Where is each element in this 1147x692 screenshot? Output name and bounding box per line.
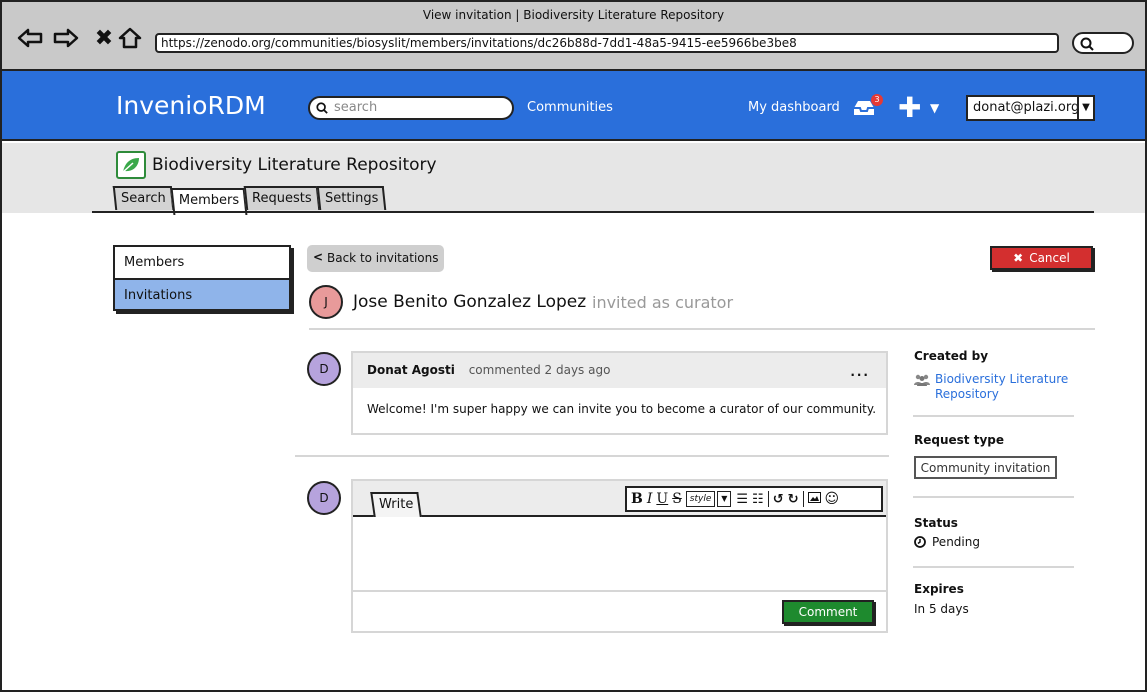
sidebar-divider [913,566,1074,568]
strikethrough-icon[interactable]: S [672,491,682,507]
comment-editor: Write B I U S style ▼ ☰ ☷ ↺ ↻ ☺ Comment [351,479,888,633]
header-divider [309,328,1095,330]
search-placeholder: search [334,100,378,115]
comment-header: Donat Agosti commented 2 days ago ... [353,353,886,388]
italic-icon[interactable]: I [647,491,653,507]
style-chevron-icon[interactable]: ▼ [717,491,732,507]
user-menu[interactable]: donat@plazi.org ▼ [966,95,1095,121]
forward-arrow-icon[interactable] [52,24,80,52]
expires-value: In 5 days [914,602,969,616]
bold-icon[interactable]: B [631,491,643,507]
emoji-icon[interactable]: ☺ [825,491,840,507]
comment-author-avatar: D [307,352,341,386]
user-email: donat@plazi.org [973,100,1080,115]
editor-header: Write B I U S style ▼ ☰ ☷ ↺ ↻ ☺ [353,481,886,517]
chevron-down-icon[interactable]: ▼ [930,101,939,115]
tab-write[interactable]: Write [370,492,423,517]
request-type-label: Request type [914,433,1004,447]
user-menu-chevron-icon[interactable]: ▼ [1077,97,1093,119]
tab-search[interactable]: Search [112,186,174,210]
toolbar-separator [767,491,769,507]
menu-item-invitations[interactable]: Invitations [115,278,289,309]
tab-requests[interactable]: Requests [243,186,320,210]
invitee-role: invited as curator [592,293,734,312]
group-icon [914,374,930,390]
cancel-label: Cancel [1029,251,1070,265]
invitee-name: Jose Benito Gonzalez Lopez [353,292,587,312]
cancel-button[interactable]: ✖ Cancel [990,246,1093,270]
dashboard-link[interactable]: My dashboard [748,100,840,115]
created-by-link[interactable]: Biodiversity Literature Repository [935,372,1085,402]
status-label: Status [914,516,958,530]
image-icon[interactable] [807,491,821,507]
request-type-tag: Community invitation [914,456,1057,479]
home-icon[interactable] [116,24,144,52]
community-header: Biodiversity Literature Repository Searc… [2,143,1145,215]
expires-label: Expires [914,582,964,596]
community-title: Biodiversity Literature Repository [152,155,437,175]
clock-icon [914,536,926,548]
members-side-menu: Members Invitations [113,245,291,311]
timeline-divider [295,455,889,457]
back-arrow-icon[interactable] [16,24,44,52]
current-user-avatar: D [307,481,341,515]
inbox-count-badge: 3 [871,94,883,106]
communities-link[interactable]: Communities [527,100,613,115]
create-plus-icon[interactable]: ✚ [898,91,921,124]
search-icon [316,102,328,114]
status-value: Pending [932,535,980,549]
chevron-left-icon: < [313,250,324,264]
tabs-divider [92,211,1094,213]
sidebar-divider [913,496,1074,498]
style-select[interactable]: style [685,491,716,507]
bullet-list-icon[interactable]: ☰ [736,492,748,507]
comment-submit-button[interactable]: Comment [782,600,874,624]
comment-author: Donat Agosti [367,363,455,377]
more-options-icon[interactable]: ... [850,365,870,379]
undo-icon[interactable]: ↺ [773,492,784,507]
toolbar-separator [802,491,804,507]
url-bar[interactable]: https://zenodo.org/communities/biosyslit… [155,33,1059,53]
community-tabs: Search Members Requests Settings [112,186,387,215]
numbered-list-icon[interactable]: ☷ [752,492,764,507]
status-value-row: Pending [914,535,980,549]
invitee-avatar: J [309,285,343,319]
created-by-label: Created by [914,349,989,363]
close-icon: ✖ [1013,251,1024,265]
window-title: View invitation | Biodiversity Literatur… [422,8,725,22]
menu-item-members[interactable]: Members [115,247,289,278]
comment-card: Donat Agosti commented 2 days ago ... We… [351,351,888,435]
comment-meta: commented 2 days ago [468,363,611,377]
editor-toolbar: B I U S style ▼ ☰ ☷ ↺ ↻ ☺ [625,486,883,512]
stop-icon[interactable]: ✖ [90,24,118,52]
back-button-label: Back to invitations [327,251,439,265]
brand-logo[interactable]: InvenioRDM [116,91,266,120]
sidebar-divider [913,415,1074,417]
back-to-invitations-button[interactable]: < Back to invitations [307,245,444,272]
browser-chrome: View invitation | Biodiversity Literatur… [2,2,1145,71]
community-leaf-icon [116,151,146,179]
redo-icon[interactable]: ↻ [788,492,799,507]
search-input[interactable]: search [308,96,514,120]
browser-search-icon[interactable] [1072,32,1134,54]
comment-textarea[interactable] [353,517,886,592]
underline-icon[interactable]: U [656,491,668,507]
tab-settings[interactable]: Settings [316,186,387,210]
app-header: InvenioRDM search Communities My dashboa… [2,71,1145,141]
comment-body: Welcome! I'm super happy we can invite y… [367,402,877,416]
